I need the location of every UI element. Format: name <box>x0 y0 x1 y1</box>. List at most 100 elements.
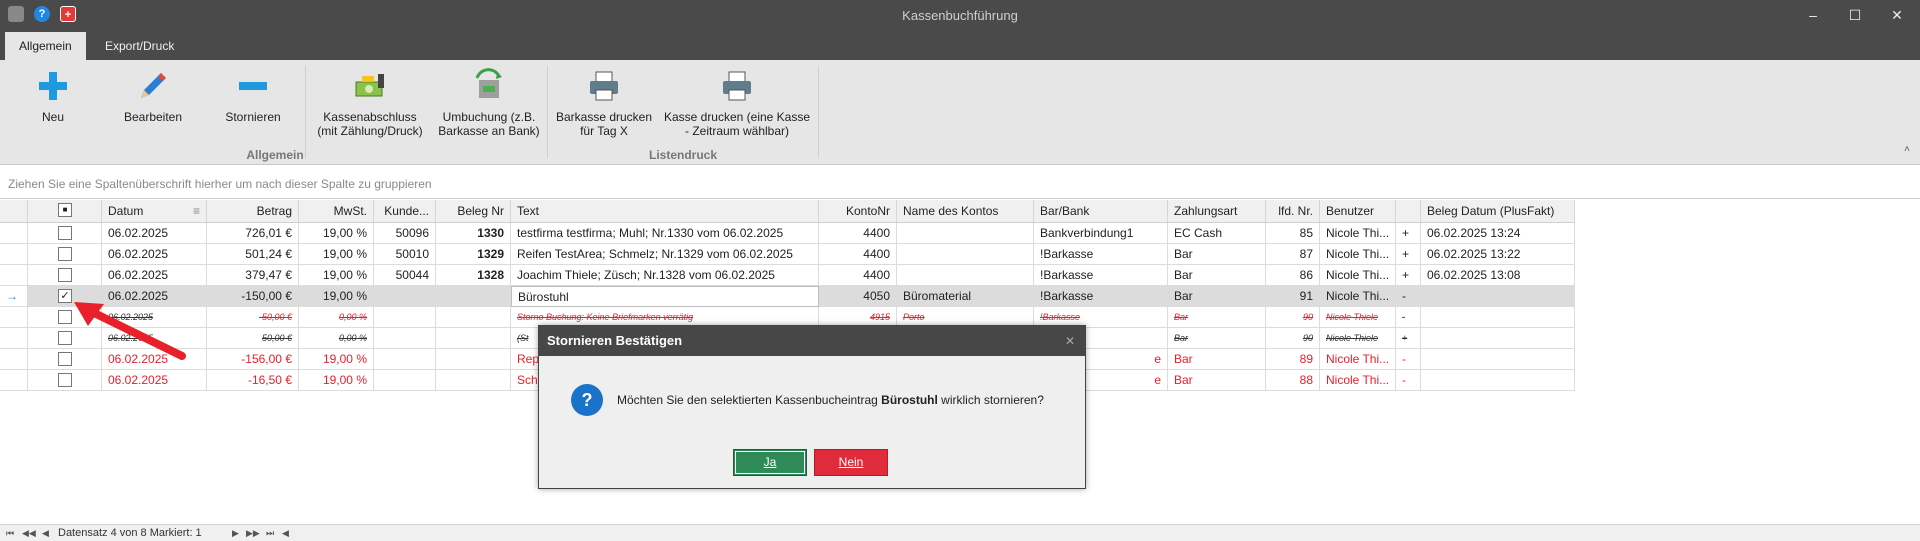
kassenabschluss-button[interactable]: Kassenabschluss (mit Zählung/Druck) <box>312 68 428 138</box>
cell-betrag[interactable]: -16,50 € <box>207 370 299 391</box>
cell-beleg-nr[interactable] <box>436 286 511 307</box>
cell-bar-bank[interactable]: !Barkasse <box>1034 244 1168 265</box>
cell-bar-bank[interactable]: !Barkasse <box>1034 265 1168 286</box>
cell-kunde[interactable]: 50044 <box>374 265 436 286</box>
nav-first-icon[interactable]: ⏮ <box>6 525 14 541</box>
cell-betrag[interactable]: 379,47 € <box>207 265 299 286</box>
cell-mwst[interactable]: 19,00 % <box>299 286 374 307</box>
header-kontonr[interactable]: KontoNr <box>819 200 897 223</box>
cell-kontonr[interactable]: 4400 <box>819 265 897 286</box>
cell-beleg-nr[interactable]: 1330 <box>436 223 511 244</box>
cell-mwst[interactable]: 19,00 % <box>299 349 374 370</box>
cell-benutzer[interactable]: Nicole Thi... <box>1320 223 1396 244</box>
cell-datum[interactable]: 06.02.2025 <box>102 265 207 286</box>
cell-plus[interactable]: + <box>1396 328 1421 349</box>
header-zahlungsart[interactable]: Zahlungsart <box>1168 200 1266 223</box>
cell-datum[interactable]: 06.02.2025 <box>102 370 207 391</box>
cell-plusfakt[interactable]: 06.02.2025 13:24 <box>1421 223 1575 244</box>
cell-plus[interactable]: - <box>1396 307 1421 328</box>
cell-betrag[interactable]: -156,00 € <box>207 349 299 370</box>
cell-kontonr[interactable]: 4050 <box>819 286 897 307</box>
cell-benutzer[interactable]: Nicole Thi... <box>1320 370 1396 391</box>
kasse-drucken-button[interactable]: Kasse drucken (eine Kasse - Zeitraum wäh… <box>662 68 812 138</box>
cell-zahlungsart[interactable]: Bar <box>1168 286 1266 307</box>
cell-kunde[interactable] <box>374 286 436 307</box>
cell-kontoname[interactable] <box>897 244 1034 265</box>
cell-plus[interactable]: - <box>1396 370 1421 391</box>
header-text[interactable]: Text <box>511 200 819 223</box>
cell-plus[interactable]: - <box>1396 349 1421 370</box>
cell-plusfakt[interactable] <box>1421 286 1575 307</box>
cell-zahlungsart[interactable]: Bar <box>1168 265 1266 286</box>
cell-benutzer[interactable]: Nicole Thiele <box>1320 307 1396 328</box>
cell-lfd-nr[interactable]: 91 <box>1266 286 1320 307</box>
cell-betrag[interactable]: -50,00 € <box>207 307 299 328</box>
group-by-panel[interactable]: Ziehen Sie eine Spaltenüberschrift hierh… <box>0 166 1920 199</box>
row-checkbox[interactable] <box>58 226 72 240</box>
cell-kunde[interactable] <box>374 328 436 349</box>
table-row-selected[interactable]: → ✓ 06.02.2025 -150,00 € 19,00 % Bürostu… <box>0 286 1575 307</box>
cell-bar-bank[interactable]: Bankverbindung1 <box>1034 223 1168 244</box>
table-row[interactable]: 06.02.2025 379,47 € 19,00 % 50044 1328 J… <box>0 265 1575 286</box>
minimize-button[interactable]: – <box>1792 0 1834 30</box>
cell-kontoname[interactable] <box>897 223 1034 244</box>
header-beleg-nr[interactable]: Beleg Nr <box>436 200 511 223</box>
cell-beleg-nr[interactable]: 1328 <box>436 265 511 286</box>
cell-plus[interactable]: + <box>1396 223 1421 244</box>
maximize-button[interactable]: ☐ <box>1834 0 1876 30</box>
cell-benutzer[interactable]: Nicole Thi... <box>1320 244 1396 265</box>
cell-mwst[interactable]: 0,00 % <box>299 328 374 349</box>
header-lfd-nr[interactable]: lfd. Nr. <box>1266 200 1320 223</box>
cell-zahlungsart[interactable]: EC Cash <box>1168 223 1266 244</box>
header-bar-bank[interactable]: Bar/Bank <box>1034 200 1168 223</box>
cell-beleg-nr[interactable]: 1329 <box>436 244 511 265</box>
cell-zahlungsart[interactable]: Bar <box>1168 244 1266 265</box>
cell-zahlungsart[interactable]: Bar <box>1168 349 1266 370</box>
nav-next-page-icon[interactable]: ▶▶ <box>246 525 260 541</box>
cell-beleg-nr[interactable] <box>436 370 511 391</box>
cell-lfd-nr[interactable]: 90 <box>1266 328 1320 349</box>
dialog-close-icon[interactable]: ✕ <box>1065 326 1075 356</box>
cell-betrag[interactable]: 501,24 € <box>207 244 299 265</box>
cell-benutzer[interactable]: Nicole Thi... <box>1320 349 1396 370</box>
header-betrag[interactable]: Betrag <box>207 200 299 223</box>
cell-beleg-nr[interactable] <box>436 307 511 328</box>
cell-lfd-nr[interactable]: 90 <box>1266 307 1320 328</box>
header-kunde[interactable]: Kunde... <box>374 200 436 223</box>
cell-lfd-nr[interactable]: 88 <box>1266 370 1320 391</box>
table-row[interactable]: 06.02.2025 726,01 € 19,00 % 50096 1330 t… <box>0 223 1575 244</box>
cell-lfd-nr[interactable]: 87 <box>1266 244 1320 265</box>
cell-plus[interactable]: + <box>1396 265 1421 286</box>
cell-kontonr[interactable]: 4400 <box>819 223 897 244</box>
cell-zahlungsart[interactable]: Bar <box>1168 370 1266 391</box>
cell-mwst[interactable]: 19,00 % <box>299 244 374 265</box>
nav-prev-icon[interactable]: ◀ <box>42 525 49 541</box>
collapse-ribbon-icon[interactable]: ˄ <box>1904 144 1910 155</box>
cell-kunde[interactable] <box>374 307 436 328</box>
neu-button[interactable]: Neu <box>30 68 76 124</box>
header-plus[interactable] <box>1396 200 1421 223</box>
cell-mwst[interactable]: 19,00 % <box>299 265 374 286</box>
cell-plus[interactable]: - <box>1396 286 1421 307</box>
cell-benutzer[interactable]: Nicole Thi... <box>1320 265 1396 286</box>
cell-plusfakt[interactable]: 06.02.2025 13:08 <box>1421 265 1575 286</box>
header-select-all[interactable]: ■ <box>28 200 102 223</box>
tab-export-druck[interactable]: Export/Druck <box>91 32 188 60</box>
close-button[interactable]: ✕ <box>1876 0 1918 30</box>
header-kontoname[interactable]: Name des Kontos <box>897 200 1034 223</box>
cell-bar-bank[interactable]: !Barkasse <box>1034 286 1168 307</box>
nav-prev-page-icon[interactable]: ◀◀ <box>22 525 36 541</box>
cell-mwst[interactable]: 19,00 % <box>299 370 374 391</box>
filter-icon[interactable]: ≡ <box>193 200 200 222</box>
cell-datum[interactable]: 06.02.2025 <box>102 244 207 265</box>
cell-betrag[interactable]: 726,01 € <box>207 223 299 244</box>
cell-mwst[interactable]: 0,00 % <box>299 307 374 328</box>
cell-kunde[interactable] <box>374 349 436 370</box>
cell-text[interactable]: testfirma testfirma; Muhl; Nr.1330 vom 0… <box>511 223 819 244</box>
cell-text[interactable]: Joachim Thiele; Züsch; Nr.1328 vom 06.02… <box>511 265 819 286</box>
cell-benutzer[interactable]: Nicole Thi... <box>1320 286 1396 307</box>
table-row[interactable]: 06.02.2025 501,24 € 19,00 % 50010 1329 R… <box>0 244 1575 265</box>
cell-plusfakt[interactable]: 06.02.2025 13:22 <box>1421 244 1575 265</box>
cell-plusfakt[interactable] <box>1421 370 1575 391</box>
umbuchung-button[interactable]: Umbuchung (z.B. Barkasse an Bank) <box>436 68 542 138</box>
